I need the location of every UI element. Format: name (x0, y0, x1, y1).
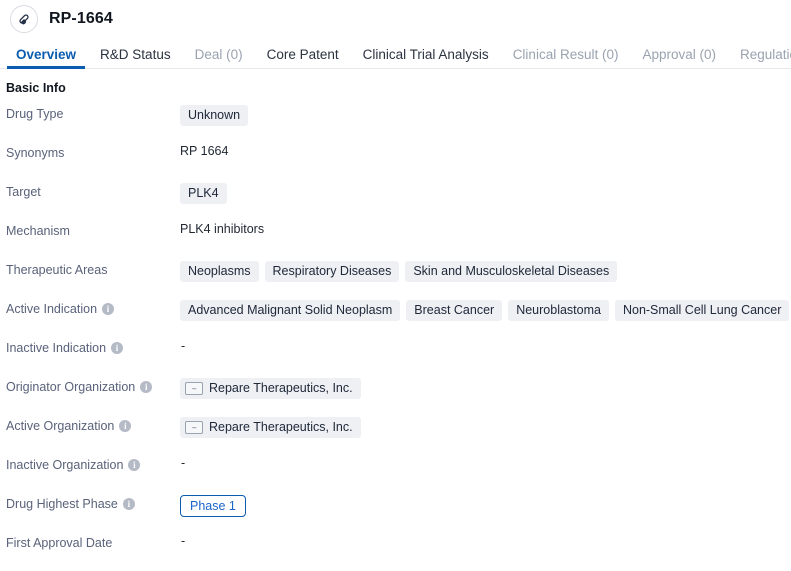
tab-regulation[interactable]: Regulation (0) (728, 47, 791, 70)
tab-core-patent[interactable]: Core Patent (255, 47, 351, 70)
info-icon[interactable]: i (122, 498, 135, 510)
field-label: Target (0, 181, 180, 199)
field-label-text: Originator Organization (6, 380, 136, 394)
tag-therapeutic-area[interactable]: Skin and Musculoskeletal Diseases (405, 261, 618, 282)
tab-deal[interactable]: Deal (0) (183, 47, 255, 70)
field-value: - (180, 454, 791, 470)
overview-content: Basic Info Drug Type Unknown Synonyms RP… (0, 69, 791, 571)
field-row-therapeutic-areas: Therapeutic Areas Neoplasms Respiratory … (0, 259, 791, 298)
pill-capsule-icon (10, 5, 38, 33)
organization-name: Repare Therapeutics, Inc. (209, 420, 353, 434)
field-label-text: Inactive Organization (6, 458, 124, 472)
tag-active-indication[interactable]: Non-Small Cell Lung Cancer (614, 300, 790, 321)
tab-bar: Overview R&D Status Deal (0) Core Patent… (0, 38, 791, 69)
field-row-active-organization: Active Organization i -- Repare Therapeu… (0, 415, 791, 454)
field-value: Neoplasms Respiratory Diseases Skin and … (180, 259, 791, 282)
field-row-originator-organization: Originator Organization i -- Repare Ther… (0, 376, 791, 415)
page-title: RP-1664 (49, 10, 113, 27)
field-row-inactive-indication: Inactive Indication i - (0, 337, 791, 376)
country-flag-placeholder-icon: -- (185, 421, 203, 434)
tag-therapeutic-area[interactable]: Neoplasms (180, 261, 259, 282)
tag-active-indication[interactable]: Neuroblastoma (508, 300, 609, 321)
field-label-text: Synonyms (6, 146, 65, 160)
field-label: Inactive Indication i (0, 337, 180, 355)
field-row-synonyms: Synonyms RP 1664 (0, 142, 791, 181)
field-label: Drug Type (0, 103, 180, 121)
field-label: First Approval Date (0, 532, 180, 550)
field-label-text: First Approval Date (6, 536, 113, 550)
field-label-text: Active Indication (6, 302, 98, 316)
organization-name: Repare Therapeutics, Inc. (209, 381, 353, 395)
field-label: Therapeutic Areas (0, 259, 180, 277)
field-label: Inactive Organization i (0, 454, 180, 472)
country-flag-placeholder-icon: -- (185, 382, 203, 395)
value-empty: - (181, 534, 186, 548)
field-label-text: Target (6, 185, 41, 199)
field-value: Phase 1 (180, 493, 791, 517)
value-mechanism: PLK4 inhibitors (180, 222, 265, 236)
field-row-mechanism: Mechanism PLK4 inhibitors (0, 220, 791, 259)
field-value: Unknown (180, 103, 791, 126)
field-label: Drug Highest Phase i (0, 493, 180, 511)
field-label-text: Active Organization (6, 419, 115, 433)
page-header: RP-1664 (0, 0, 791, 38)
field-row-target: Target PLK4 (0, 181, 791, 220)
field-row-inactive-organization: Inactive Organization i - (0, 454, 791, 493)
status-badge-phase[interactable]: Phase 1 (180, 495, 246, 517)
value-empty: - (181, 456, 186, 470)
value-synonyms: RP 1664 (180, 144, 229, 158)
field-label: Active Indication i (0, 298, 180, 316)
tag-active-organization[interactable]: -- Repare Therapeutics, Inc. (180, 417, 361, 438)
field-label: Active Organization i (0, 415, 180, 433)
field-value: PLK4 (180, 181, 791, 204)
tab-approval[interactable]: Approval (0) (630, 47, 728, 70)
tab-clinical-result[interactable]: Clinical Result (0) (501, 47, 631, 70)
field-label: Synonyms (0, 142, 180, 160)
field-value: -- Repare Therapeutics, Inc. (180, 376, 791, 399)
field-value: Advanced Malignant Solid Neoplasm Breast… (180, 298, 791, 321)
field-value: RP 1664 (180, 142, 791, 158)
value-empty: - (181, 339, 186, 353)
field-row-first-approval-date: First Approval Date - (0, 532, 791, 571)
info-icon[interactable]: i (140, 381, 153, 393)
tag-target[interactable]: PLK4 (180, 183, 227, 204)
field-label-text: Drug Highest Phase (6, 497, 118, 511)
tag-active-indication[interactable]: Breast Cancer (406, 300, 503, 321)
field-row-drug-highest-phase: Drug Highest Phase i Phase 1 (0, 493, 791, 532)
tab-clinical-trial-analysis[interactable]: Clinical Trial Analysis (351, 47, 501, 70)
info-icon[interactable]: i (128, 459, 141, 471)
field-label: Originator Organization i (0, 376, 180, 394)
field-label-text: Drug Type (6, 107, 64, 121)
tab-rd-status[interactable]: R&D Status (88, 47, 183, 70)
field-value: - (180, 337, 791, 353)
section-title-basic-info: Basic Info (6, 81, 66, 95)
info-icon[interactable]: i (102, 303, 115, 315)
field-value: PLK4 inhibitors (180, 220, 791, 236)
field-label-text: Inactive Indication (6, 341, 107, 355)
field-label: Mechanism (0, 220, 180, 238)
tag-therapeutic-area[interactable]: Respiratory Diseases (264, 261, 400, 282)
field-row-drug-type: Drug Type Unknown (0, 103, 791, 142)
info-icon[interactable]: i (119, 420, 132, 432)
info-icon[interactable]: i (111, 342, 124, 354)
field-value: -- Repare Therapeutics, Inc. (180, 415, 791, 438)
tag-active-indication[interactable]: Advanced Malignant Solid Neoplasm (180, 300, 401, 321)
field-value: - (180, 532, 791, 548)
tag-originator-organization[interactable]: -- Repare Therapeutics, Inc. (180, 378, 361, 399)
tab-overview[interactable]: Overview (4, 47, 88, 70)
tag-drug-type[interactable]: Unknown (180, 105, 249, 126)
field-label-text: Mechanism (6, 224, 70, 238)
field-row-active-indication: Active Indication i Advanced Malignant S… (0, 298, 791, 337)
field-label-text: Therapeutic Areas (6, 263, 108, 277)
